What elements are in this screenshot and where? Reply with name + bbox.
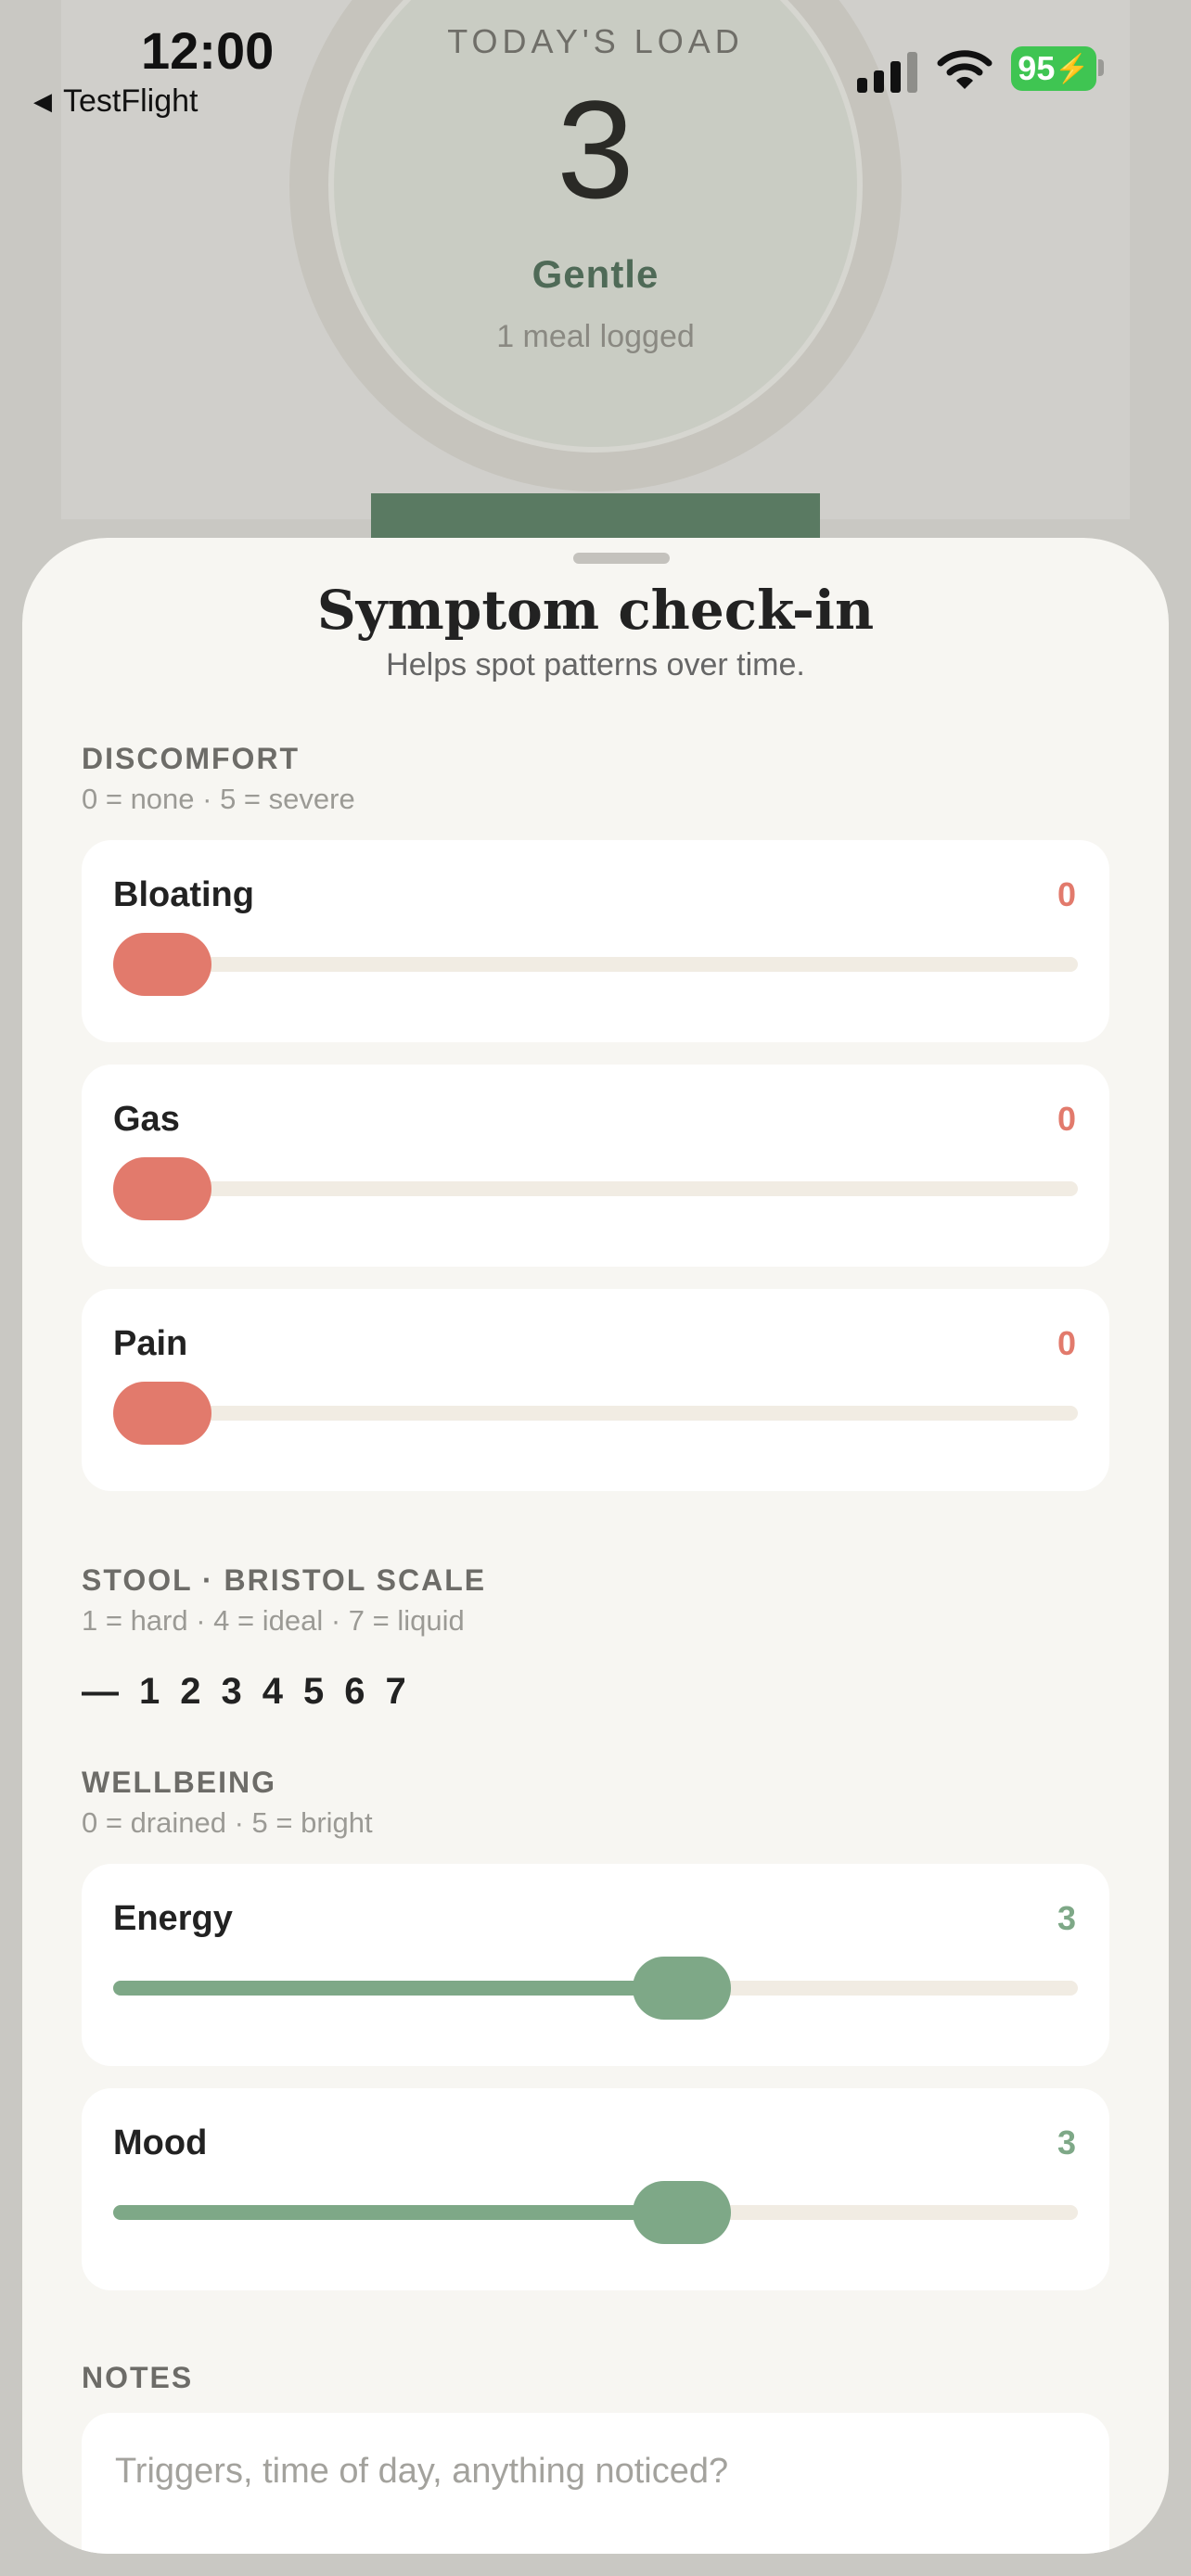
slider-card-energy: Energy 3	[82, 1864, 1109, 2066]
slider-card-mood: Mood 3	[82, 2088, 1109, 2290]
wellbeing-hint: 0 = drained · 5 = bright	[82, 1806, 373, 1839]
meals-count: 1 meal logged	[496, 319, 695, 354]
slider-label: Mood	[113, 2123, 208, 2162]
slider-value: 0	[1057, 1100, 1076, 1138]
load-level: Gentle	[531, 252, 660, 296]
slider-thumb[interactable]	[113, 933, 211, 996]
slider-label: Gas	[113, 1100, 180, 1139]
slider-card-pain: Pain 0	[82, 1289, 1109, 1491]
slider-value: 0	[1057, 875, 1076, 913]
back-triangle-icon: ◀	[33, 87, 52, 115]
battery-level: 95	[1018, 49, 1056, 87]
notes-heading: NOTES	[82, 2361, 194, 2394]
energy-slider[interactable]	[113, 1957, 1078, 2020]
wellbeing-heading: WELLBEING	[82, 1766, 276, 1799]
slider-card-bloating: Bloating 0	[82, 840, 1109, 1042]
pain-slider[interactable]	[113, 1382, 1078, 1445]
bristol-option-5[interactable]: 5	[303, 1671, 324, 1713]
symptom-sheet: Symptom check-in Helps spot patterns ove…	[22, 538, 1169, 2554]
discomfort-heading: DISCOMFORT	[82, 742, 301, 775]
slider-card-gas: Gas 0	[82, 1065, 1109, 1267]
slider-label: Pain	[113, 1324, 188, 1363]
slider-value: 0	[1057, 1324, 1076, 1362]
slider-fill	[113, 2205, 683, 2220]
sheet-subtitle: Helps spot patterns over time.	[386, 647, 805, 682]
stool-heading: STOOL · BRISTOL SCALE	[82, 1563, 487, 1597]
sheet-title: Symptom check-in	[316, 579, 875, 642]
battery-nub	[1098, 59, 1104, 76]
gas-slider[interactable]	[113, 1157, 1078, 1220]
bristol-option-2[interactable]: 2	[180, 1671, 200, 1713]
bristol-option-3[interactable]: 3	[222, 1671, 242, 1713]
back-label: TestFlight	[63, 83, 198, 119]
bristol-option-none[interactable]: —	[82, 1671, 119, 1713]
slider-thumb[interactable]	[113, 1382, 211, 1445]
slider-label: Bloating	[113, 875, 254, 914]
back-to-app-link[interactable]: ◀ TestFlight	[33, 83, 198, 120]
stool-hint: 1 = hard · 4 = ideal · 7 = liquid	[82, 1604, 465, 1637]
slider-fill	[113, 1981, 683, 1996]
wifi-icon	[937, 50, 992, 89]
slider-value: 3	[1057, 1899, 1076, 1937]
bristol-option-6[interactable]: 6	[344, 1671, 365, 1713]
slider-thumb[interactable]	[633, 1957, 732, 2020]
notes-box	[82, 2413, 1109, 2554]
discomfort-hint: 0 = none · 5 = severe	[82, 783, 355, 815]
slider-thumb[interactable]	[113, 1157, 211, 1220]
bloating-slider[interactable]	[113, 933, 1078, 996]
cellular-signal-icon	[857, 52, 917, 93]
slider-thumb[interactable]	[633, 2181, 732, 2244]
status-time: 12:00	[141, 21, 275, 80]
battery-icon: 95 ⚡	[1011, 46, 1096, 91]
bristol-option-4[interactable]: 4	[263, 1671, 283, 1713]
slider-label: Energy	[113, 1899, 233, 1938]
bristol-option-7[interactable]: 7	[386, 1671, 406, 1713]
sheet-grabber[interactable]	[573, 553, 670, 564]
mood-slider[interactable]	[113, 2181, 1078, 2244]
slider-value: 3	[1057, 2123, 1076, 2162]
notes-input[interactable]	[113, 2441, 1082, 2502]
bristol-option-1[interactable]: 1	[139, 1671, 160, 1713]
bristol-scale-picker: — 1 2 3 4 5 6 7	[82, 1671, 406, 1713]
